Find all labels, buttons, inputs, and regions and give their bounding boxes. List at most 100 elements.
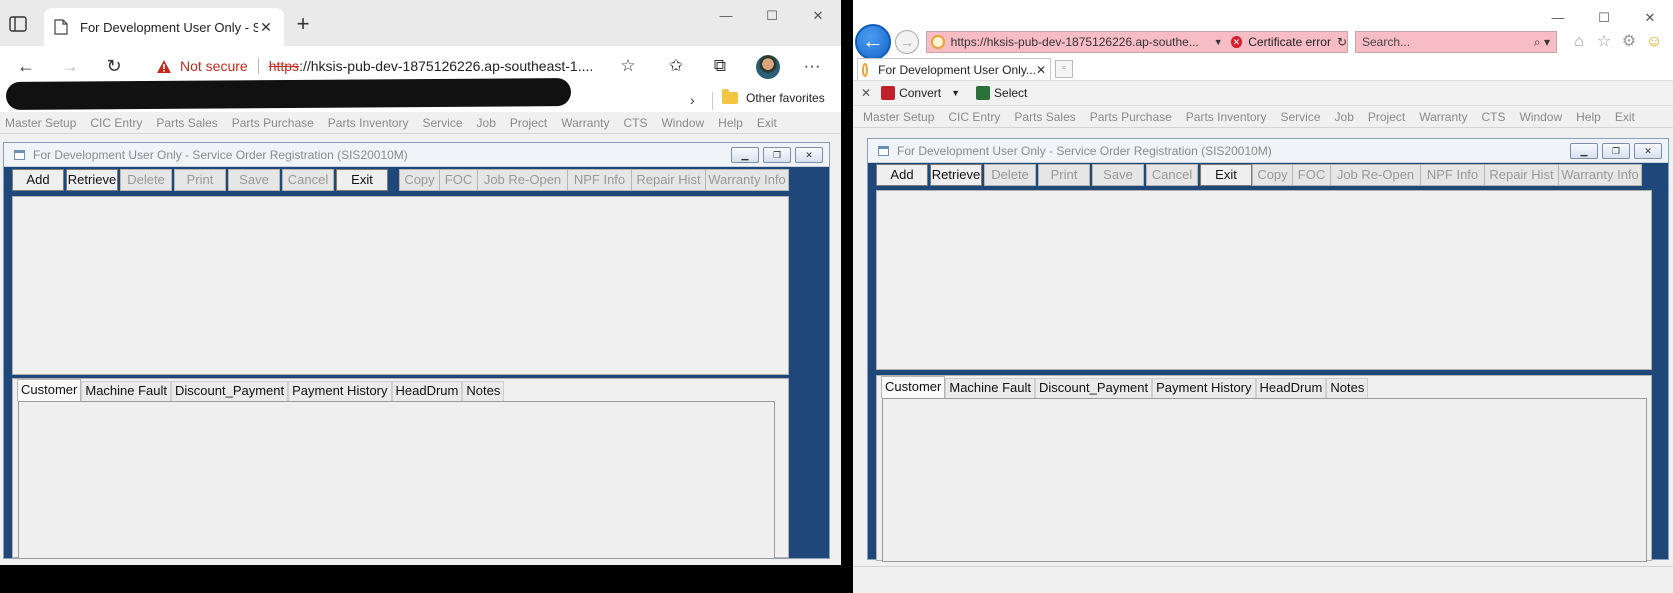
close-icon[interactable]: ✕ xyxy=(1634,143,1662,159)
menu-parts-purchase[interactable]: Parts Purchase xyxy=(1090,110,1172,124)
warranty-info-button[interactable]: Warranty Info xyxy=(705,169,789,191)
menu-project[interactable]: Project xyxy=(510,116,547,130)
ie-address-bar[interactable]: https://hksis-pub-dev-1875126226.ap-sout… xyxy=(926,31,1348,53)
forward-arrow-icon[interactable]: → xyxy=(895,30,919,54)
tab-payment-history[interactable]: Payment History xyxy=(288,381,392,401)
menu-exit[interactable]: Exit xyxy=(1615,110,1635,124)
not-secure-label[interactable]: Not secure xyxy=(180,58,248,74)
certificate-error-icon[interactable]: ✕ xyxy=(1230,36,1243,48)
save-button[interactable]: Save xyxy=(228,169,280,191)
npf-info-button[interactable]: NPF Info xyxy=(567,169,631,191)
delete-button[interactable]: Delete xyxy=(984,164,1036,186)
add-favorite-icon[interactable]: ☆ xyxy=(616,55,640,79)
delete-button[interactable]: Delete xyxy=(120,169,172,191)
close-window-icon[interactable]: ✕ xyxy=(795,4,841,28)
close-window-icon[interactable]: ✕ xyxy=(1627,6,1673,30)
tab-machine-fault[interactable]: Machine Fault xyxy=(945,378,1036,398)
tab-customer[interactable]: Customer xyxy=(17,379,82,401)
job-reopen-button[interactable]: Job Re-Open xyxy=(477,169,567,191)
job-reopen-button[interactable]: Job Re-Open xyxy=(1330,164,1420,186)
repair-hist-button[interactable]: Repair Hist xyxy=(1484,164,1558,186)
search-icon[interactable]: ⌕ ▾ xyxy=(1534,35,1550,50)
menu-parts-inventory[interactable]: Parts Inventory xyxy=(1186,110,1267,124)
select-button[interactable]: Select xyxy=(976,86,1027,100)
menu-service[interactable]: Service xyxy=(423,116,463,130)
avatar[interactable] xyxy=(756,55,780,79)
settings-gear-icon[interactable]: ⚙ xyxy=(1619,32,1639,52)
dropdown-arrow-icon[interactable]: ▼ xyxy=(1214,37,1223,47)
restore-icon[interactable]: ❐ xyxy=(763,147,791,163)
ie-active-tab[interactable]: For Development User Only... ✕ xyxy=(857,58,1051,80)
minimize-icon[interactable]: — xyxy=(1535,6,1581,30)
menu-warranty[interactable]: Warranty xyxy=(1419,110,1467,124)
print-button[interactable]: Print xyxy=(174,169,226,191)
favorites-icon[interactable]: ✩ xyxy=(664,55,688,79)
menu-master-setup[interactable]: Master Setup xyxy=(863,110,934,124)
tab-discount-payment[interactable]: Discount_Payment xyxy=(1035,378,1153,398)
menu-cts[interactable]: CTS xyxy=(623,116,647,130)
menu-project[interactable]: Project xyxy=(1368,110,1405,124)
menu-parts-sales[interactable]: Parts Sales xyxy=(1014,110,1075,124)
menu-help[interactable]: Help xyxy=(1576,110,1601,124)
repair-hist-button[interactable]: Repair Hist xyxy=(631,169,705,191)
tab-headdrum[interactable]: HeadDrum xyxy=(391,381,463,401)
back-arrow-icon[interactable]: ← xyxy=(14,54,38,78)
tab-discount-payment[interactable]: Discount_Payment xyxy=(171,381,289,401)
tab-notes[interactable]: Notes xyxy=(462,381,505,401)
refresh-icon[interactable]: ↻ xyxy=(1337,35,1347,49)
minimize-icon[interactable]: ▁ xyxy=(1570,143,1598,159)
edge-omnibox[interactable]: Not secure https ://hksis-pub-dev-187512… xyxy=(142,51,642,81)
menu-cts[interactable]: CTS xyxy=(1481,110,1505,124)
restore-icon[interactable]: ❐ xyxy=(1602,143,1630,159)
chevron-right-icon[interactable]: › xyxy=(690,92,695,108)
minimize-icon[interactable]: ▁ xyxy=(731,147,759,163)
menu-job[interactable]: Job xyxy=(1335,110,1354,124)
add-button[interactable]: Add xyxy=(12,169,64,191)
menu-parts-sales[interactable]: Parts Sales xyxy=(156,116,217,130)
copy-button[interactable]: Copy xyxy=(1252,164,1292,186)
other-favorites-button[interactable]: Other favorites xyxy=(722,89,825,105)
cancel-button[interactable]: Cancel xyxy=(282,169,334,191)
tab-customer[interactable]: Customer xyxy=(881,376,946,398)
add-button[interactable]: Add xyxy=(876,164,928,186)
back-arrow-icon[interactable]: ← xyxy=(855,24,891,60)
minimize-icon[interactable]: — xyxy=(703,4,749,28)
tab-machine-fault[interactable]: Machine Fault xyxy=(81,381,172,401)
menu-master-setup[interactable]: Master Setup xyxy=(5,116,76,130)
retrieve-button[interactable]: Retrieve xyxy=(66,169,118,191)
save-button[interactable]: Save xyxy=(1092,164,1144,186)
favorites-star-icon[interactable]: ☆ xyxy=(1594,32,1614,52)
cancel-button[interactable]: Cancel xyxy=(1146,164,1198,186)
exit-button[interactable]: Exit xyxy=(1200,164,1252,186)
new-tab-icon[interactable]: + xyxy=(292,13,314,36)
print-button[interactable]: Print xyxy=(1038,164,1090,186)
close-tab-icon[interactable]: ✕ xyxy=(1036,63,1046,77)
menu-cic-entry[interactable]: CIC Entry xyxy=(948,110,1000,124)
menu-window[interactable]: Window xyxy=(1519,110,1562,124)
home-icon[interactable]: ⌂ xyxy=(1569,32,1589,52)
copy-button[interactable]: Copy xyxy=(399,169,439,191)
tab-notes[interactable]: Notes xyxy=(1326,378,1369,398)
tab-actions-icon[interactable] xyxy=(8,14,28,34)
smiley-feedback-icon[interactable]: ☺ xyxy=(1644,32,1664,52)
menu-exit[interactable]: Exit xyxy=(757,116,777,130)
collections-icon[interactable]: ⧉ xyxy=(708,55,732,79)
menu-cic-entry[interactable]: CIC Entry xyxy=(90,116,142,130)
menu-job[interactable]: Job xyxy=(477,116,496,130)
close-tab-icon[interactable]: ✕ xyxy=(258,19,274,35)
menu-service[interactable]: Service xyxy=(1281,110,1321,124)
retrieve-button[interactable]: Retrieve xyxy=(930,164,982,186)
dropdown-arrow-icon[interactable]: ▼ xyxy=(951,88,960,98)
foc-button[interactable]: FOC xyxy=(439,169,477,191)
menu-warranty[interactable]: Warranty xyxy=(561,116,609,130)
more-menu-icon[interactable]: ··· xyxy=(800,55,824,79)
npf-info-button[interactable]: NPF Info xyxy=(1420,164,1484,186)
tab-headdrum[interactable]: HeadDrum xyxy=(1255,378,1327,398)
tab-payment-history[interactable]: Payment History xyxy=(1152,378,1256,398)
close-toolbar-icon[interactable]: ✕ xyxy=(861,86,871,100)
menu-window[interactable]: Window xyxy=(661,116,704,130)
menu-parts-purchase[interactable]: Parts Purchase xyxy=(232,116,314,130)
exit-button[interactable]: Exit xyxy=(336,169,388,191)
edge-active-tab[interactable]: For Development User Only - Ser ✕ xyxy=(44,8,284,46)
maximize-icon[interactable]: ☐ xyxy=(1581,6,1627,30)
